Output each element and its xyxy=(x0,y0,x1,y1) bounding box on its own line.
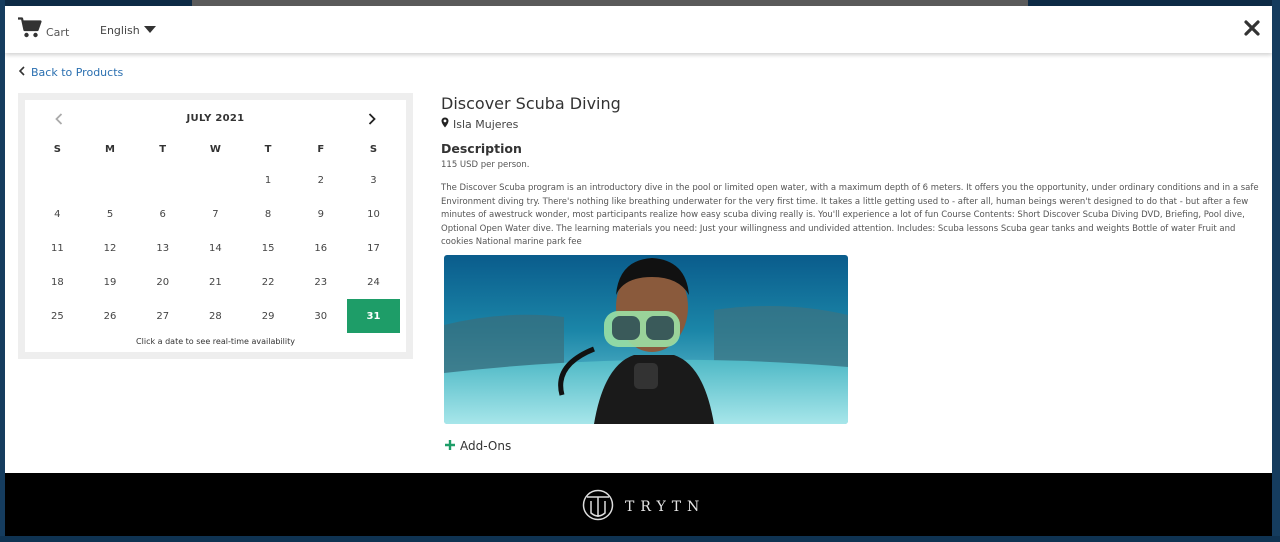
modal-topbar: Cart English xyxy=(5,6,1272,53)
calendar-day[interactable]: 23 xyxy=(294,265,347,299)
plus-icon xyxy=(445,439,455,453)
addons-toggle[interactable]: Add-Ons xyxy=(445,439,511,453)
product-description: The Discover Scuba program is an introdu… xyxy=(441,183,1259,247)
location-label: Isla Mujeres xyxy=(453,117,519,131)
caret-down-icon xyxy=(143,24,156,37)
product-location: Isla Mujeres xyxy=(441,117,1263,131)
calendar-day[interactable]: 31 xyxy=(347,299,400,333)
back-to-products-link[interactable]: Back to Products xyxy=(18,66,124,79)
calendar-day[interactable]: 6 xyxy=(136,198,189,232)
product-modal: Cart English Back to Products JULY 2021 … xyxy=(5,6,1272,536)
calendar-day[interactable]: 3 xyxy=(347,164,400,198)
weekday-header: T xyxy=(264,143,272,155)
weekday-header: T xyxy=(159,143,167,155)
background-page-edge xyxy=(0,536,1280,542)
chevron-left-icon xyxy=(18,66,25,79)
weekday-header: W xyxy=(209,143,221,155)
weekday-header: M xyxy=(105,143,115,155)
weekday-header: S xyxy=(53,143,61,155)
calendar-day[interactable]: 22 xyxy=(242,265,295,299)
weekday-header: F xyxy=(317,143,325,155)
calendar-day[interactable]: 18 xyxy=(31,265,84,299)
calendar-day[interactable]: 14 xyxy=(189,232,242,266)
calendar-day[interactable]: 10 xyxy=(347,198,400,232)
next-month-button[interactable] xyxy=(368,110,376,129)
addons-label: Add-Ons xyxy=(460,439,512,453)
language-label: English xyxy=(100,24,140,37)
calendar-day[interactable]: 4 xyxy=(31,198,84,232)
brand: TRYTN xyxy=(581,489,705,525)
calendar-empty-cell xyxy=(136,164,189,198)
cart-icon xyxy=(18,17,42,43)
weekday-header: S xyxy=(369,143,378,155)
calendar-availability-note: Click a date to see real-time availabili… xyxy=(136,337,295,346)
calendar-day[interactable]: 1 xyxy=(242,164,295,198)
calendar-day[interactable]: 26 xyxy=(84,299,137,333)
calendar-day[interactable]: 21 xyxy=(189,265,242,299)
cart-label: Cart xyxy=(46,25,70,39)
calendar-day[interactable]: 29 xyxy=(242,299,295,333)
calendar-day[interactable]: 9 xyxy=(294,198,347,232)
brand-name: TRYTN xyxy=(625,499,706,515)
calendar-panel: JULY 2021 S M T W T F S 1 2 3 4 5 6 7 8 9 10 11 12 1… xyxy=(18,93,413,359)
product-price: 115 USD per person. xyxy=(441,160,530,170)
chevron-right-icon xyxy=(368,110,376,129)
map-pin-icon xyxy=(441,117,449,131)
calendar-grid: S M T W T F S 1 2 3 4 5 6 7 8 9 10 11 12 13 14 15 16 17 1… xyxy=(31,134,400,333)
calendar-day[interactable]: 5 xyxy=(84,198,137,232)
calendar-day[interactable]: 30 xyxy=(294,299,347,333)
calendar-day[interactable]: 12 xyxy=(84,232,137,266)
calendar-month-title: JULY 2021 xyxy=(186,113,245,124)
product-photo xyxy=(444,255,848,424)
calendar-day[interactable]: 16 xyxy=(294,232,347,266)
calendar: JULY 2021 S M T W T F S 1 2 3 4 5 6 7 8 9 10 11 12 1… xyxy=(25,100,406,352)
calendar-day[interactable]: 17 xyxy=(347,232,400,266)
background-page-edge xyxy=(1272,0,1280,542)
calendar-day[interactable]: 19 xyxy=(84,265,137,299)
calendar-day[interactable]: 11 xyxy=(31,232,84,266)
close-button[interactable] xyxy=(1244,20,1260,40)
cart-button[interactable]: Cart xyxy=(18,17,69,43)
calendar-day[interactable]: 24 xyxy=(347,265,400,299)
modal-footer: TRYTN xyxy=(5,473,1272,536)
product-details: Discover Scuba Diving Isla Mujeres Descr… xyxy=(441,94,1263,250)
calendar-day[interactable]: 15 xyxy=(242,232,295,266)
calendar-day[interactable]: 20 xyxy=(136,265,189,299)
product-title: Discover Scuba Diving xyxy=(441,94,621,113)
close-icon xyxy=(1244,20,1260,40)
calendar-day[interactable]: 7 xyxy=(189,198,242,232)
calendar-day[interactable]: 8 xyxy=(242,198,295,232)
calendar-day[interactable]: 27 xyxy=(136,299,189,333)
trytn-logo xyxy=(581,489,615,525)
calendar-empty-cell xyxy=(189,164,242,198)
calendar-empty-cell xyxy=(31,164,84,198)
calendar-empty-cell xyxy=(84,164,137,198)
language-selector[interactable]: English xyxy=(100,24,156,37)
back-link-label: Back to Products xyxy=(31,66,124,79)
description-heading: Description xyxy=(441,141,522,156)
calendar-day[interactable]: 13 xyxy=(136,232,189,266)
calendar-day[interactable]: 28 xyxy=(189,299,242,333)
calendar-day[interactable]: 2 xyxy=(294,164,347,198)
calendar-day[interactable]: 25 xyxy=(31,299,84,333)
